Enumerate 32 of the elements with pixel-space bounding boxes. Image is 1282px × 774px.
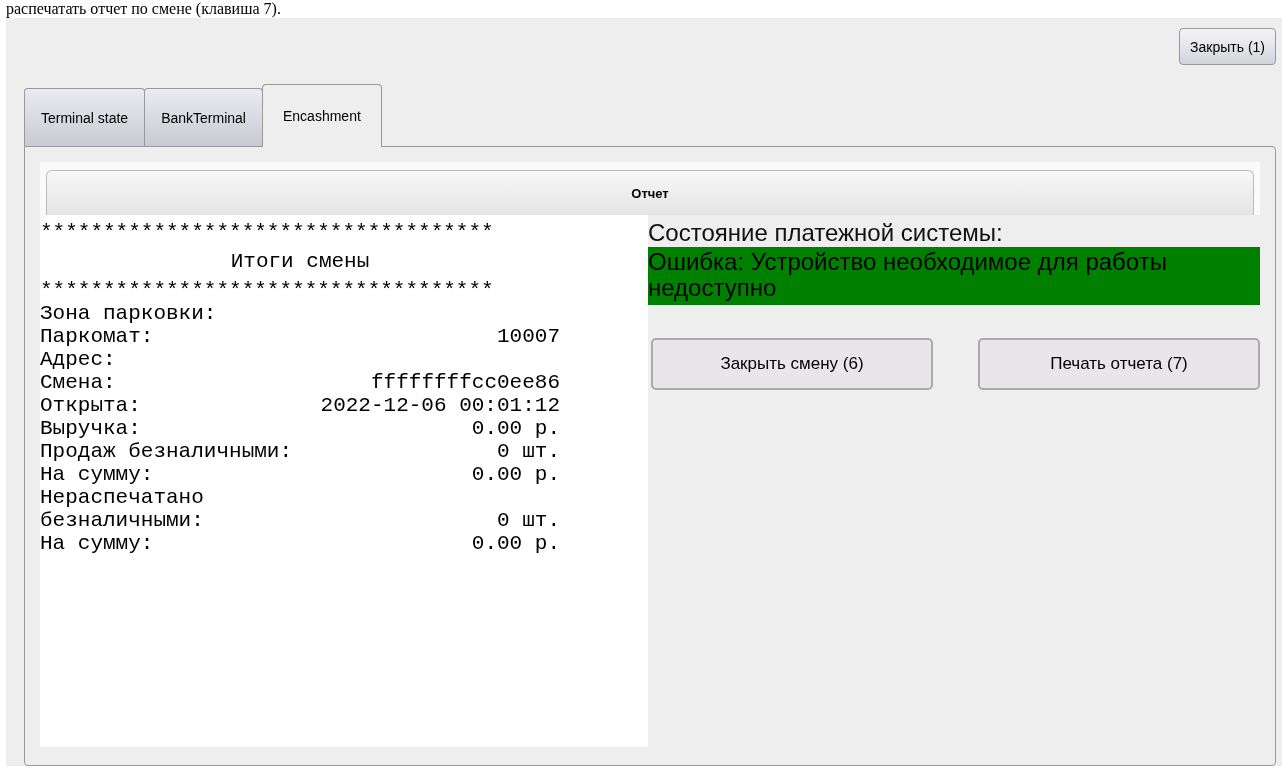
receipt-label: Нераспечатано: [40, 486, 204, 509]
close-button[interactable]: Закрыть (1): [1179, 28, 1276, 65]
receipt-label: Открыта:: [40, 394, 141, 417]
receipt-value: 0 шт.: [497, 509, 560, 532]
receipt-label: На сумму:: [40, 532, 154, 555]
receipt-value: 0.00 р.: [471, 463, 560, 486]
receipt-label: На сумму:: [40, 463, 154, 486]
status-label: Состояние платежной системы:: [648, 219, 1004, 247]
action-button[interactable]: Печать отчета (7): [978, 338, 1260, 390]
receipt-label: Зона парковки:: [40, 302, 217, 325]
receipt-value: 0.00 р.: [471, 417, 560, 440]
receipt-value: 0.00 р.: [471, 532, 560, 555]
action-button[interactable]: Закрыть смену (6): [651, 338, 933, 390]
document-text: распечатать отчет по смене (клавиша 7).: [5, 0, 282, 18]
tab[interactable]: BankTerminal: [144, 88, 263, 146]
receipt-label: Паркомат:: [40, 325, 154, 348]
receipt-label: Продаж безналичными:: [40, 440, 293, 463]
receipt-value: ffffffffcc0ee86: [370, 371, 560, 394]
receipt-rule: ************************************: [40, 221, 495, 244]
receipt-label: Выручка:: [40, 417, 141, 440]
receipt-value: 10007: [497, 325, 560, 348]
receipt-title: Итоги смены: [229, 249, 371, 275]
tab[interactable]: Encashment: [262, 84, 382, 147]
receipt-label: Смена:: [40, 371, 116, 394]
receipt-label: безналичными:: [40, 509, 204, 532]
receipt-label: Адрес:: [40, 348, 116, 371]
tab[interactable]: Terminal state: [24, 88, 146, 146]
receipt-rule: ************************************: [40, 279, 495, 302]
receipt-value: 0 шт.: [497, 440, 560, 463]
status-message: Ошибка: Устройство необходимое для работы недоступно: [648, 247, 1260, 305]
receipt-value: 2022-12-06 00:01:12: [320, 394, 560, 417]
section-header: Отчет: [46, 170, 1254, 215]
